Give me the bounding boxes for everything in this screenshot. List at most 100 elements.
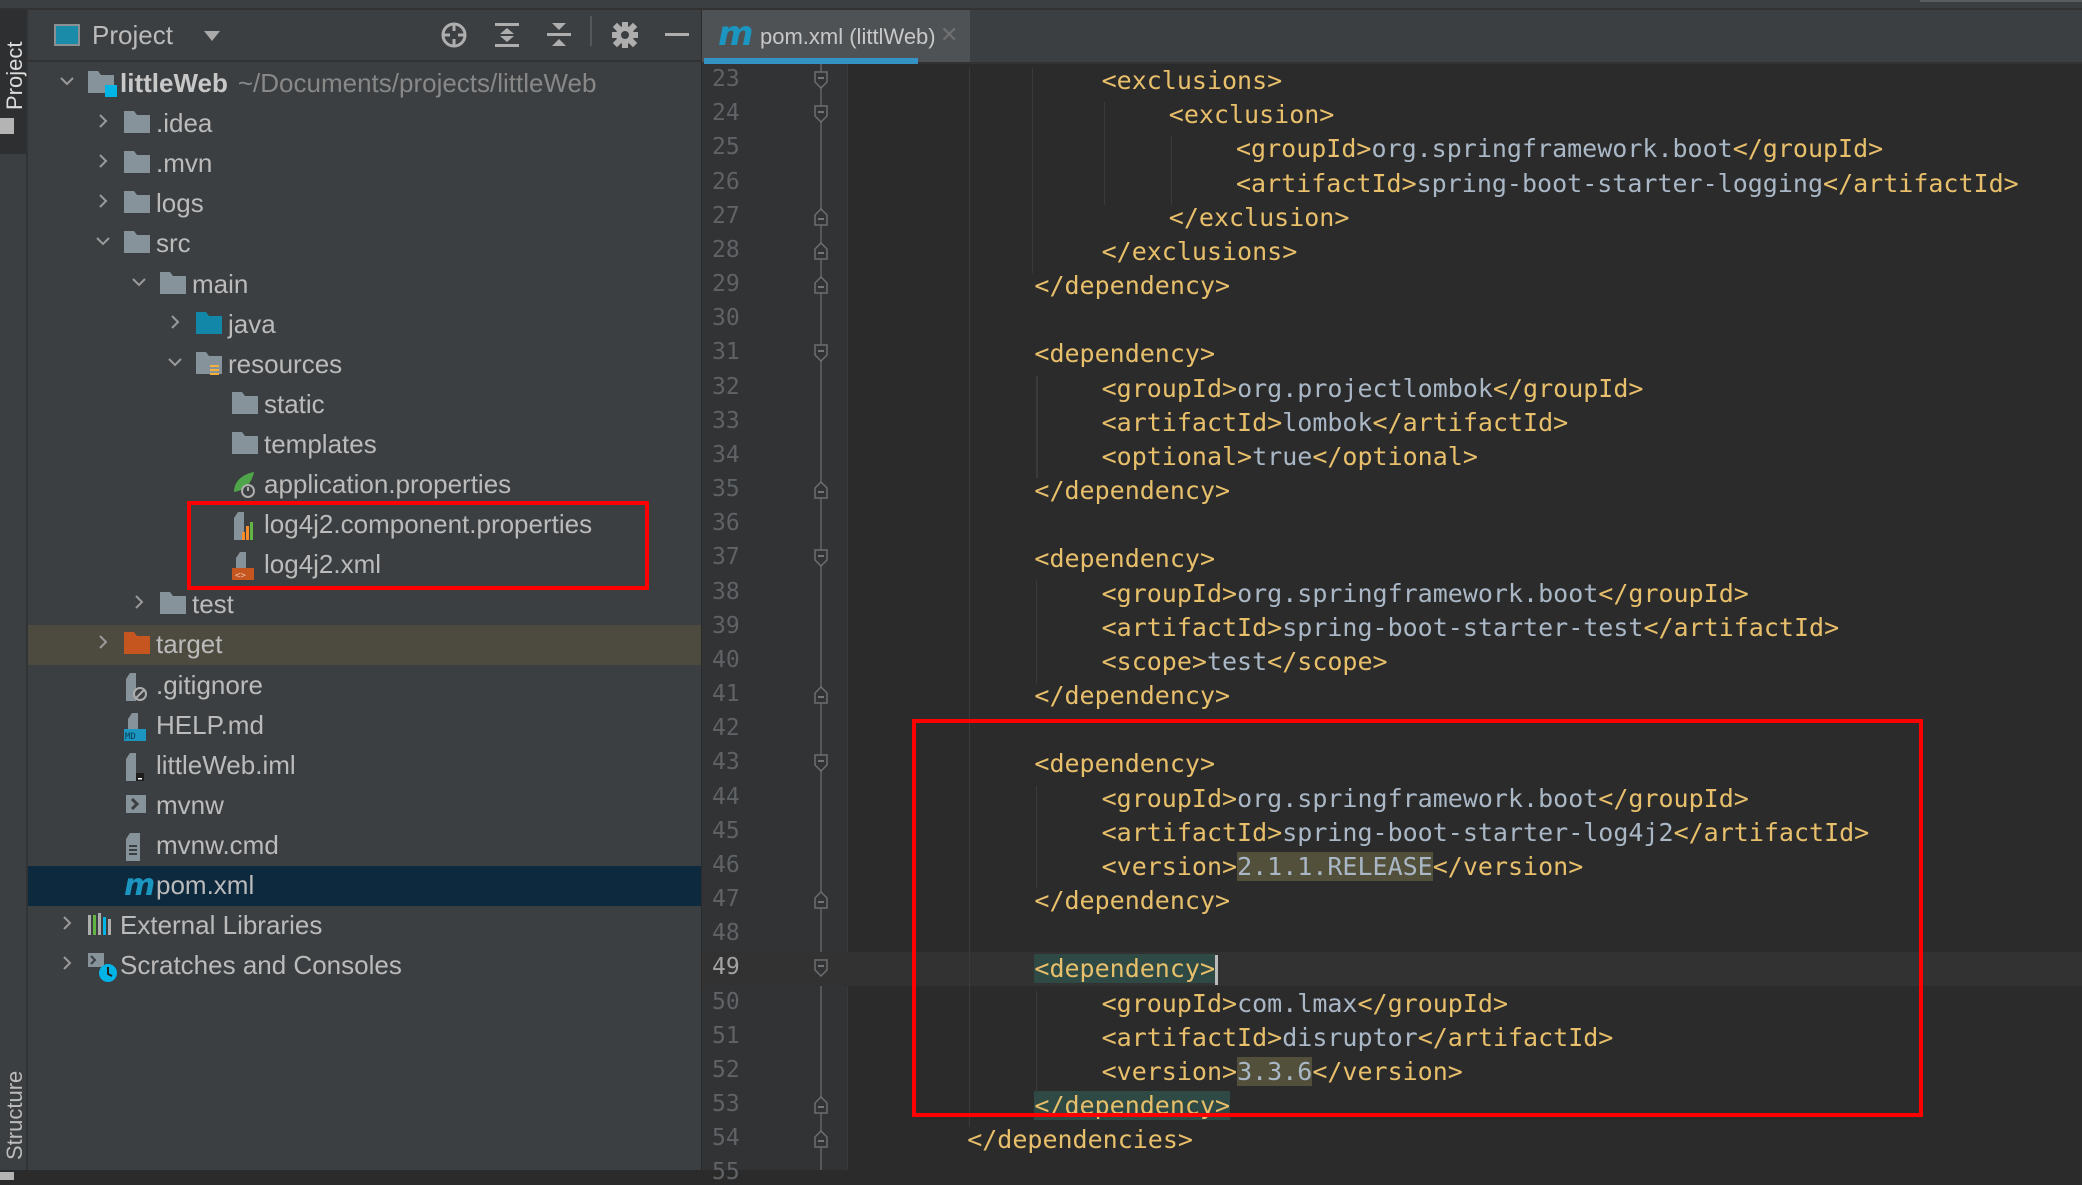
chevron-right-icon[interactable] [58,914,78,936]
crosshair-icon[interactable] [439,20,469,50]
code-line[interactable]: <groupId>org.springframework.boot</group… [1102,782,1749,816]
fold-end-icon[interactable] [814,1096,828,1114]
collapse-all-icon[interactable] [544,20,574,50]
tree-item-logs[interactable]: logs [28,184,701,224]
code-line[interactable]: <optional>true</optional> [1102,440,1478,474]
fold-end-icon[interactable] [814,276,828,294]
code-line[interactable]: <version>2.1.1.RELEASE</version> [1102,850,1583,884]
chevron-right-icon[interactable] [94,192,114,214]
tree-item-templates[interactable]: templates [28,425,701,465]
fold-end-icon[interactable] [814,241,828,260]
code-line[interactable]: <artifactId>spring-boot-starter-log4j2</… [1102,816,1870,850]
code-line[interactable]: <version>3.3.6</version> [1102,1055,1463,1089]
xml-tag: </groupId> [1732,134,1884,164]
tree-item-label: log4j2.xml [264,549,381,580]
chevron-right-icon[interactable] [94,152,114,174]
tree-item-help-md[interactable]: MD HELP.md [28,706,701,746]
chevron-down-icon[interactable] [58,72,78,94]
chevron-down-icon[interactable] [166,353,186,375]
tool-tab-project[interactable]: Project [0,10,27,154]
code-line[interactable]: <artifactId>spring-boot-starter-test</ar… [1102,611,1840,645]
tree-item-external-libraries[interactable]: External Libraries [28,906,701,946]
code-line[interactable]: <dependency> [1034,747,1215,781]
folder-icon [232,392,258,414]
top-scrollbar-thumb[interactable] [1920,0,2082,2]
tree-item-resources[interactable]: resources [28,345,701,385]
code-line[interactable]: <artifactId>disruptor</artifactId> [1102,1021,1614,1055]
xml-tag: </dependency> [1034,1091,1231,1121]
fold-collapse-icon[interactable] [814,71,828,89]
code-line[interactable]: <groupId>org.projectlombok</groupId> [1102,372,1644,406]
chevron-right-icon[interactable] [94,633,114,655]
code-line[interactable]: <groupId>org.springframework.boot</group… [1236,132,1883,166]
fold-end-icon[interactable] [814,481,828,499]
chevron-down-icon[interactable] [94,232,114,254]
fold-collapse-icon[interactable] [814,549,828,568]
code-line[interactable]: </dependency> [1034,679,1230,713]
tree-item-log4j2-xml[interactable]: <> log4j2.xml [28,545,701,585]
code-line[interactable]: <exclusions> [1102,64,1283,98]
fold-collapse-icon[interactable] [814,105,828,124]
tree-item-scratches-and-consoles[interactable]: Scratches and Consoles [28,946,701,986]
chevron-down-icon[interactable] [204,31,220,41]
fold-collapse-icon[interactable] [814,344,828,363]
tree-item-main[interactable]: main [28,265,701,305]
tool-tab-structure[interactable]: Structure [2,1071,28,1160]
code-line[interactable]: <groupId>org.springframework.boot</group… [1102,577,1749,611]
line-number: 25 [712,134,740,161]
chevron-right-icon[interactable] [130,593,150,615]
xml-tag: </dependency> [1034,271,1231,301]
tree-item-littleweb-iml[interactable]: littleWeb.iml [28,746,701,786]
fold-collapse-icon[interactable] [814,754,828,773]
project-view-selector[interactable]: Project [92,20,173,51]
chevron-right-icon[interactable] [166,313,186,335]
code-line[interactable]: <dependency> [1034,952,1219,986]
xml-tag: </artifactId> [1643,612,1840,642]
line-number: 28 [712,236,740,263]
tree-item-label: littleWeb.iml [156,750,296,781]
chevron-down-icon[interactable] [130,273,150,295]
tree-item-application-properties[interactable]: application.properties [28,465,701,505]
code-line[interactable]: <artifactId>spring-boot-starter-logging<… [1236,167,2019,201]
code-line[interactable]: </exclusions> [1102,235,1298,269]
code-line[interactable]: <scope>test</scope> [1102,645,1388,679]
tree-item-static[interactable]: static [28,385,701,425]
fold-end-icon[interactable] [814,686,828,704]
code-line[interactable]: </dependencies> [967,1123,1193,1157]
chevron-right-icon[interactable] [58,954,78,976]
tree-item-idea[interactable]: .idea [28,104,701,144]
code-line[interactable]: <exclusion> [1169,98,1335,132]
close-icon[interactable]: ✕ [940,22,958,48]
fold-end-icon[interactable] [814,207,828,226]
code-line[interactable]: </dependency> [1034,474,1230,508]
tree-item-log4j2-component-properties[interactable]: log4j2.component.properties [28,505,701,545]
code-line[interactable]: <dependency> [1034,337,1215,371]
tree-item-littleweb[interactable]: littleWeb ~/Documents/projects/littleWeb [28,64,701,104]
chevron-right-icon[interactable] [94,112,114,134]
gear-icon[interactable] [610,20,640,50]
tree-item-pom-xml[interactable]: m pom.xml [28,866,701,906]
fold-end-icon[interactable] [814,1130,828,1149]
tree-item-mvnw[interactable]: mvnw [28,786,701,826]
tree-item-java[interactable]: java [28,305,701,345]
code-editor[interactable]: 23 <exclusions> 24 <exclusion> 25 <groupId>or… [702,64,2082,1185]
tree-item-src[interactable]: src [28,224,701,264]
xml-tag: </artifactId> [1823,168,2019,198]
tree-item-gitignore[interactable]: .gitignore [28,666,701,706]
minimize-icon[interactable] [662,20,692,50]
code-line[interactable]: </dependency> [1034,884,1230,918]
code-line[interactable]: <groupId>com.lmax</groupId> [1102,987,1508,1021]
code-line[interactable]: <dependency> [1034,542,1215,576]
tree-item-test[interactable]: test [28,585,701,625]
code-line[interactable]: </exclusion> [1169,201,1350,235]
fold-collapse-icon[interactable] [814,959,828,978]
tree-item-mvnw-cmd[interactable]: mvnw.cmd [28,826,701,866]
code-line[interactable]: <artifactId>lombok</artifactId> [1102,406,1569,440]
fold-end-icon[interactable] [814,891,828,909]
code-line[interactable]: </dependency> [1034,1089,1231,1123]
expand-all-icon[interactable] [492,20,522,50]
tree-item-mvn[interactable]: .mvn [28,144,701,184]
editor-tab-pom[interactable]: m pom.xml (littlWeb) ✕ [702,10,970,64]
tree-item-target[interactable]: target [28,625,701,665]
code-line[interactable]: </dependency> [1034,269,1230,303]
